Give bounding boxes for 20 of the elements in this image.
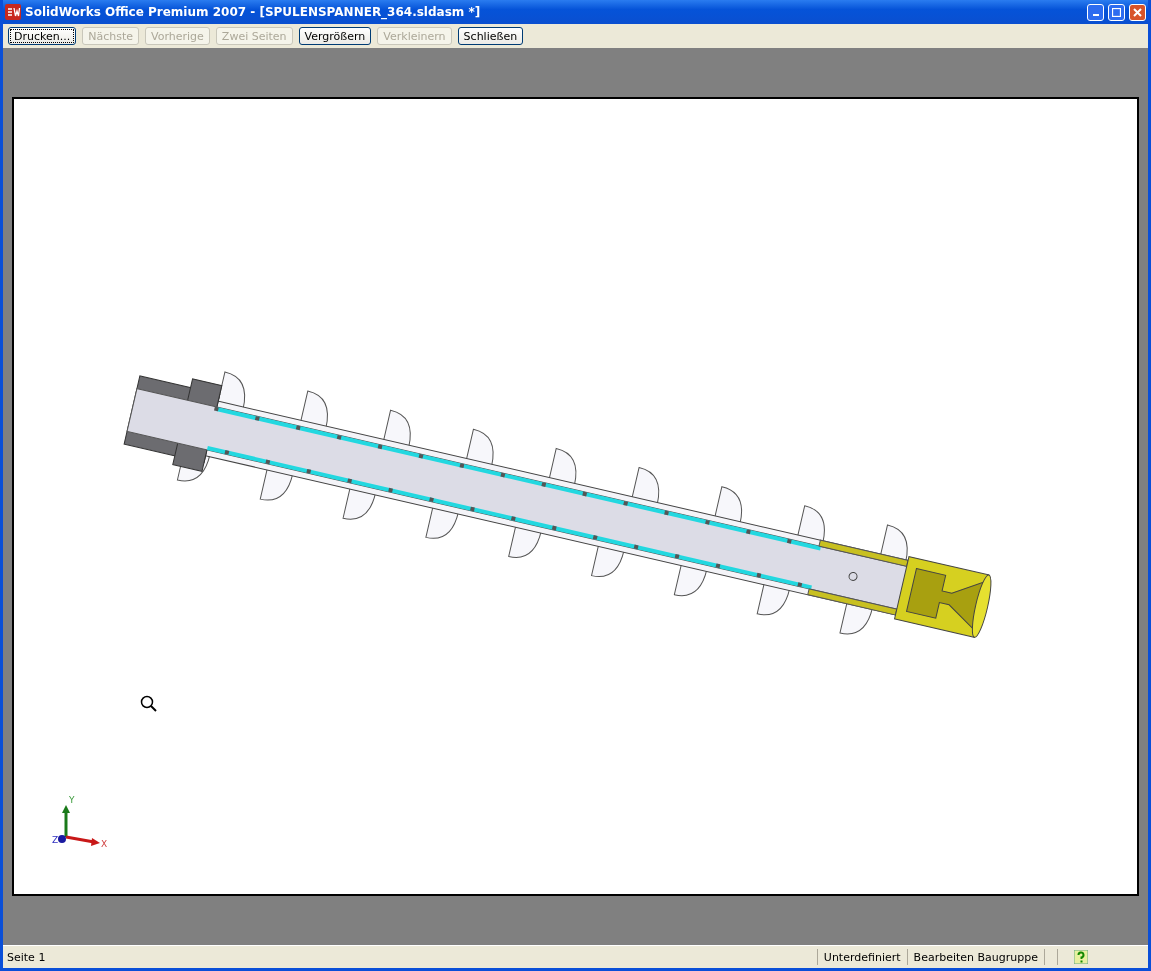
help-icon[interactable] (1074, 950, 1088, 964)
close-button[interactable] (1129, 3, 1146, 21)
minimize-button[interactable] (1087, 3, 1104, 21)
toolbar-button[interactable]: Drucken... (8, 27, 77, 45)
y-axis-label: Y (69, 795, 75, 805)
x-axis-label: X (101, 839, 108, 849)
status-state: Unterdefiniert (822, 950, 902, 964)
status-mode: Bearbeiten Baugruppe (912, 950, 1039, 964)
z-axis-label: Z (52, 835, 59, 845)
maximize-button[interactable] (1108, 3, 1125, 21)
minimize-icon (1092, 13, 1099, 16)
app-logo-icon (5, 4, 21, 20)
close-icon (1133, 7, 1142, 17)
toolbar-button[interactable]: Schließen (457, 27, 524, 45)
status-page: Seite 1 (6, 950, 47, 964)
maximize-icon (1112, 7, 1121, 17)
zoom-cursor-icon (140, 695, 157, 712)
window-title: SolidWorks Office Premium 2007 - [SPULENSPANNER_364.sldasm *] (25, 5, 482, 19)
axis-triad-icon (58, 805, 100, 846)
toolbar-button[interactable]: Vergrößern (298, 27, 372, 45)
